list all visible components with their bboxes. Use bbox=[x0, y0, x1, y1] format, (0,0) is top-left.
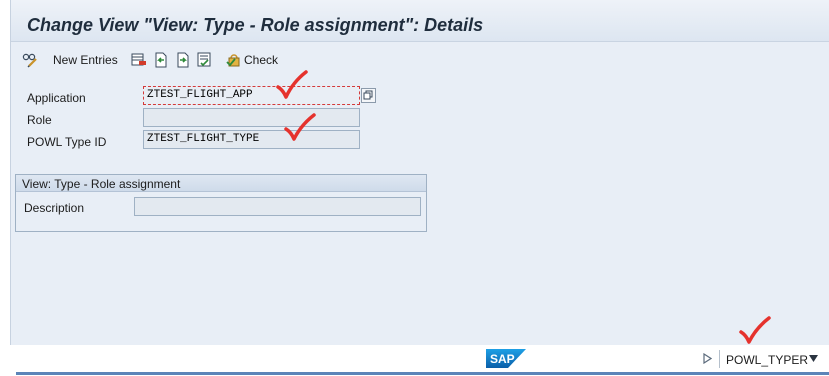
title-bar: Change View "View: Type - Role assignmen… bbox=[11, 0, 829, 42]
group-header: View: Type - Role assignment bbox=[16, 175, 426, 192]
description-label: Description bbox=[24, 201, 85, 215]
role-label: Role bbox=[27, 113, 52, 127]
chevron-down-icon[interactable] bbox=[809, 355, 818, 362]
select-icon bbox=[197, 52, 211, 67]
screen-area: Change View "View: Type - Role assignmen… bbox=[10, 0, 829, 345]
next-entry-button[interactable] bbox=[175, 51, 191, 69]
display-change-button[interactable] bbox=[22, 51, 38, 69]
description-field[interactable] bbox=[134, 197, 421, 216]
undo-button[interactable] bbox=[153, 51, 169, 69]
select-block-button[interactable] bbox=[197, 51, 213, 69]
powl-type-id-field[interactable]: ZTEST_FLIGHT_TYPE bbox=[143, 130, 360, 149]
page-title: Change View "View: Type - Role assignmen… bbox=[27, 15, 484, 35]
application-label: Application bbox=[27, 91, 86, 105]
next-icon bbox=[177, 52, 189, 68]
svg-text:SAP: SAP bbox=[490, 352, 515, 366]
powl-type-id-label: POWL Type ID bbox=[27, 135, 107, 149]
system-name: POWL_TYPER bbox=[726, 353, 809, 367]
glasses-change-icon bbox=[22, 53, 37, 68]
undo-icon bbox=[155, 52, 167, 68]
check-button[interactable]: Check bbox=[226, 51, 278, 69]
new-entries-button[interactable]: New Entries bbox=[49, 51, 118, 69]
check-icon bbox=[226, 54, 240, 67]
application-field[interactable]: ZTEST_FLIGHT_APP bbox=[143, 86, 360, 105]
value-help-icon[interactable] bbox=[361, 88, 376, 103]
group-title: View: Type - Role assignment bbox=[22, 177, 181, 191]
sap-logo: SAP bbox=[486, 349, 526, 368]
application-toolbar: New Entries Check bbox=[11, 43, 829, 76]
status-separator bbox=[719, 350, 720, 368]
status-line bbox=[16, 372, 829, 375]
delete-button[interactable] bbox=[131, 51, 147, 69]
expand-status-icon[interactable] bbox=[703, 353, 712, 364]
role-field[interactable] bbox=[143, 108, 360, 127]
delete-icon bbox=[131, 53, 146, 66]
role-assignment-group: View: Type - Role assignment Description bbox=[15, 174, 427, 232]
